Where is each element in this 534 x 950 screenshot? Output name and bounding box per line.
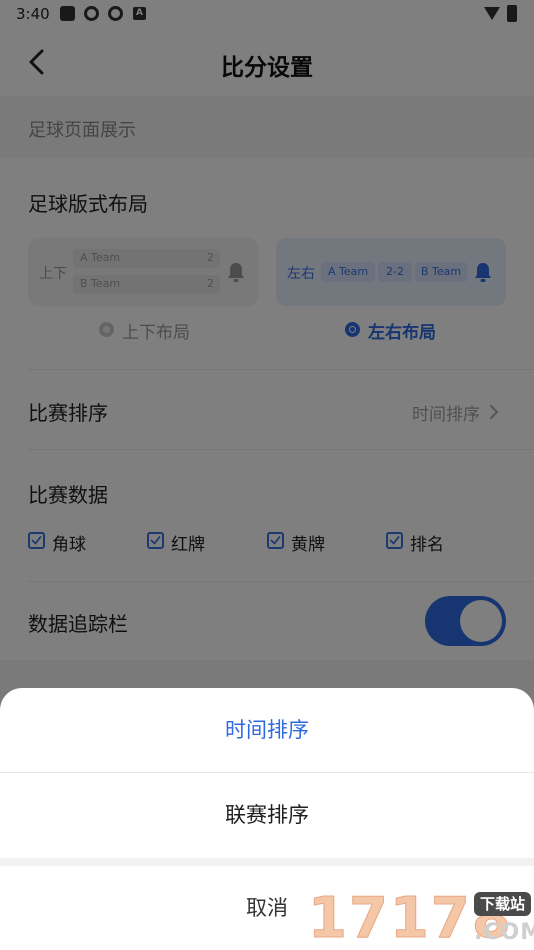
watermark-tag: 下载站 [474,892,532,916]
watermark-logo: 17178 下载站 .COM [308,886,534,950]
watermark-domain: .COM [474,920,534,945]
sheet-gap [0,858,534,866]
sheet-option-league-sort[interactable]: 联赛排序 [0,773,534,857]
sheet-option-time-sort[interactable]: 时间排序 [0,688,534,772]
